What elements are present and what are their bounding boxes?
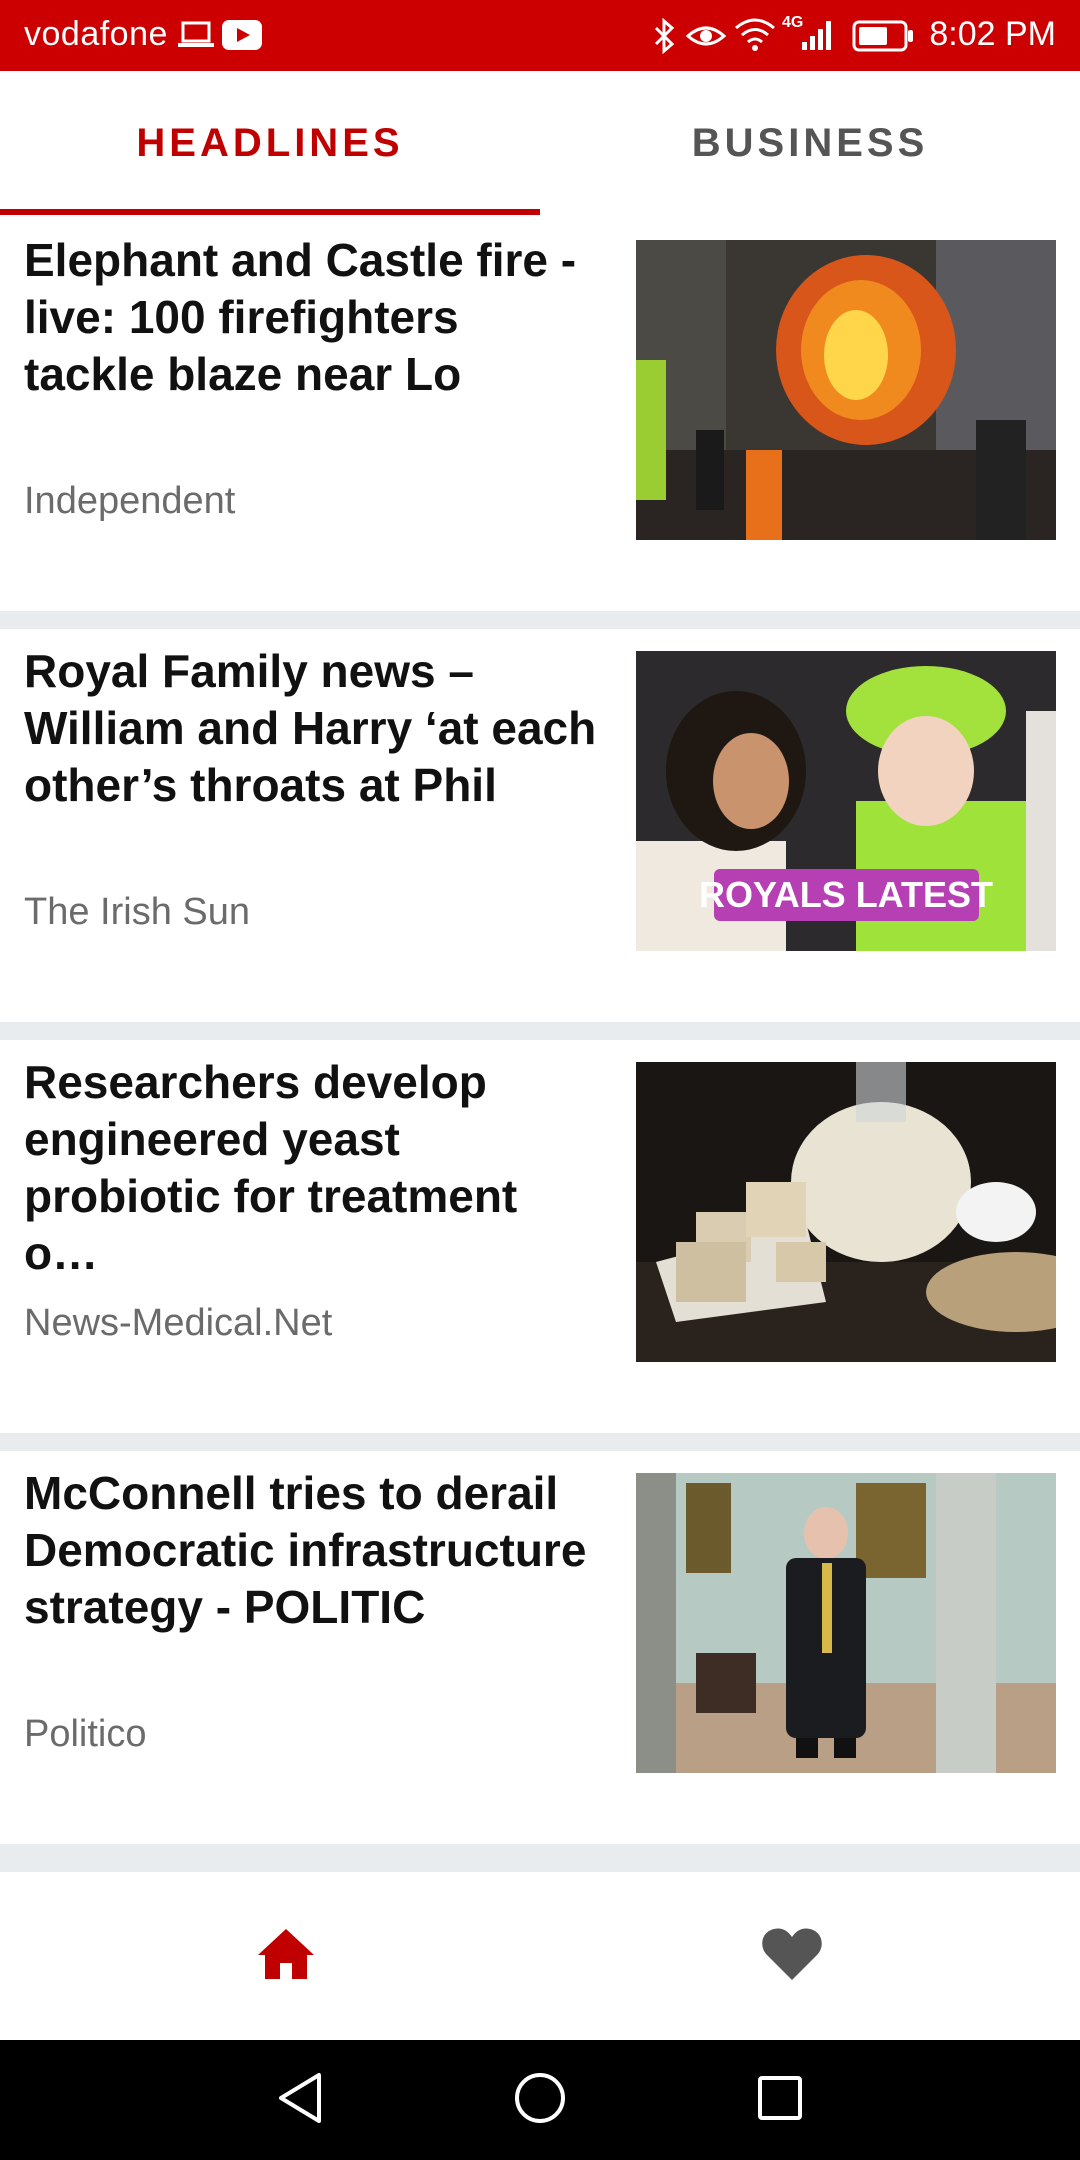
wifi-icon [734, 16, 776, 59]
article-card[interactable]: Elephant and Castle fire - live: 100 fir… [0, 218, 1080, 611]
tab-headlines[interactable]: HEADLINES [0, 71, 540, 216]
carrier-name: vodafone [24, 15, 168, 53]
article-thumbnail [636, 1062, 1056, 1362]
recents-button[interactable] [720, 2040, 840, 2160]
article-title: Royal Family news – William and Harry ‘a… [24, 645, 597, 811]
bluetooth-icon [652, 17, 678, 59]
back-button[interactable] [240, 2040, 360, 2160]
article-source: Independent [24, 480, 236, 522]
home-circle-icon [513, 2071, 567, 2130]
article-thumbnail [636, 240, 1056, 540]
active-tab-indicator [0, 209, 540, 215]
recents-icon [756, 2074, 804, 2127]
nav-favorites-button[interactable] [522, 1872, 1062, 2040]
article-source: News-Medical.Net [24, 1302, 333, 1344]
article-card[interactable]: Royal Family news – William and Harry ‘a… [0, 629, 1080, 1022]
article-title: Researchers develop engineered yeast pro… [24, 1056, 518, 1279]
divider [0, 611, 1080, 629]
nav-home-button[interactable] [16, 1872, 556, 2040]
youtube-icon [222, 20, 262, 55]
battery-icon [852, 20, 914, 57]
eye-icon [685, 18, 727, 59]
heart-icon [761, 1926, 823, 1987]
article-thumbnail [636, 1473, 1056, 1773]
article-title: McConnell tries to derail Democratic inf… [24, 1467, 587, 1633]
signal-icon [800, 18, 836, 57]
tab-business[interactable]: BUSINESS [540, 71, 1080, 216]
divider [0, 1022, 1080, 1040]
article-card[interactable]: McConnell tries to derail Democratic inf… [0, 1451, 1080, 1844]
status-time: 8:02 PM [929, 15, 1056, 53]
article-card[interactable]: Researchers develop engineered yeast pro… [0, 1040, 1080, 1433]
bottom-navigation [0, 1872, 1080, 2040]
article-source: The Irish Sun [24, 891, 250, 933]
article-title: Elephant and Castle fire - live: 100 fir… [24, 234, 577, 400]
tab-bar: HEADLINES BUSINESS [0, 71, 1080, 216]
article-source: Politico [24, 1713, 147, 1755]
image-overlay-text: ROYALS LATEST [699, 874, 993, 915]
divider [0, 1844, 1080, 1872]
divider [0, 1433, 1080, 1451]
home-system-button[interactable] [480, 2040, 600, 2160]
home-icon [256, 1927, 316, 1986]
back-icon [275, 2071, 325, 2130]
laptop-icon [178, 20, 214, 55]
article-thumbnail: ROYALS LATEST [636, 651, 1056, 951]
status-bar: vodafone 4G 8:02 PM [0, 0, 1080, 71]
system-navigation-bar [0, 2040, 1080, 2160]
